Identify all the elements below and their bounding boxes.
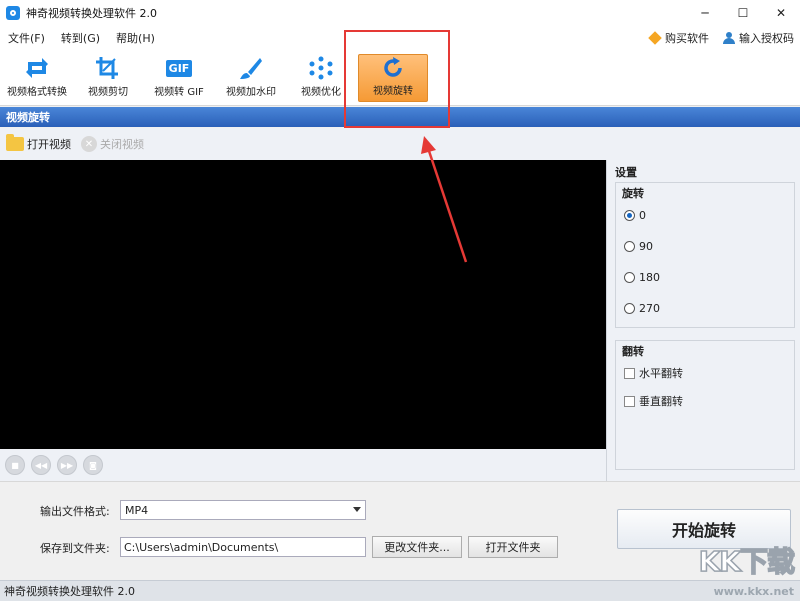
flip-horizontal-checkbox[interactable]: 水平翻转	[624, 365, 683, 381]
crop-icon	[93, 55, 123, 81]
rotate-option-90[interactable]: 90	[624, 240, 653, 253]
radio-checked[interactable]	[624, 210, 635, 221]
app-logo-icon	[6, 6, 20, 20]
save-folder-label: 保存到文件夹:	[40, 542, 110, 555]
license-link[interactable]: 输入授权码	[723, 30, 794, 46]
video-subtoolbar: 打开视频 ✕ 关闭视频	[0, 128, 800, 160]
format-select[interactable]: MP4	[120, 500, 366, 520]
tool-optimize[interactable]: 视频优化	[296, 54, 346, 102]
tool-video-gif[interactable]: GIF 视频转 GIF	[150, 54, 208, 102]
snapshot-icon[interactable]: ◙	[83, 455, 103, 475]
radio[interactable]	[624, 303, 635, 314]
minimize-button[interactable]: ─	[686, 0, 724, 26]
menu-help[interactable]: 帮助(H)	[108, 30, 163, 46]
rotate-group: 旋转 0 90 180 270	[615, 182, 795, 328]
rewind-icon[interactable]: ◀◀	[31, 455, 51, 475]
menu-goto[interactable]: 转到(G)	[53, 30, 108, 46]
buy-software-link[interactable]: 购买软件	[648, 30, 709, 46]
watermark-url: www.kkx.net	[713, 585, 794, 598]
flip-vertical-checkbox[interactable]: 垂直翻转	[624, 393, 683, 409]
maximize-button[interactable]: ☐	[724, 0, 762, 26]
title-bar: 神奇视频转换处理软件 2.0 ─ ☐ ✕	[0, 0, 800, 26]
optimize-icon	[306, 55, 336, 81]
forward-icon[interactable]: ▶▶	[57, 455, 77, 475]
rotate-option-label: 270	[639, 302, 660, 315]
video-preview	[0, 160, 606, 449]
tool-format-convert[interactable]: 视频格式转换	[4, 54, 70, 102]
license-label: 输入授权码	[739, 32, 794, 45]
highlight-annotation	[344, 30, 450, 128]
rotate-option-label: 90	[639, 240, 653, 253]
tool-watermark[interactable]: 视频加水印	[220, 54, 282, 102]
close-circle-icon: ✕	[81, 136, 97, 152]
change-folder-button[interactable]: 更改文件夹...	[372, 536, 462, 558]
rotate-option-label: 180	[639, 271, 660, 284]
close-video-button[interactable]: ✕ 关闭视频	[81, 136, 144, 152]
checkbox[interactable]	[624, 395, 635, 407]
rotate-option-180[interactable]: 180	[624, 271, 660, 284]
menu-file[interactable]: 文件(F)	[0, 30, 53, 46]
open-video-label: 打开视频	[27, 138, 71, 151]
diamond-icon	[648, 31, 662, 45]
buy-label: 购买软件	[665, 32, 709, 45]
format-value: MP4	[125, 503, 149, 517]
flip-option-label: 水平翻转	[639, 367, 683, 380]
convert-icon	[22, 55, 52, 81]
settings-title: 设置	[615, 166, 637, 179]
close-button[interactable]: ✕	[762, 0, 800, 26]
tool-label: 视频格式转换	[7, 87, 67, 98]
close-video-label: 关闭视频	[100, 138, 144, 151]
open-video-button[interactable]: 打开视频	[6, 134, 71, 152]
chevron-down-icon	[353, 507, 361, 512]
user-icon	[723, 32, 735, 44]
tool-label: 视频加水印	[226, 87, 276, 98]
stop-icon[interactable]: ■	[5, 455, 25, 475]
rotate-option-label: 0	[639, 209, 646, 222]
player-controls: ■ ◀◀ ▶▶ ◙	[0, 449, 606, 481]
tool-video-cut[interactable]: 视频剪切	[82, 54, 134, 102]
flip-group: 翻转 水平翻转 垂直翻转	[615, 340, 795, 470]
tool-label: 视频剪切	[88, 87, 128, 98]
radio[interactable]	[624, 272, 635, 283]
radio[interactable]	[624, 241, 635, 252]
tool-label: 视频转 GIF	[154, 87, 204, 98]
flip-option-label: 垂直翻转	[639, 395, 683, 408]
watermark-text: KK下载	[698, 544, 796, 579]
folder-open-icon	[6, 134, 24, 151]
open-folder-button[interactable]: 打开文件夹	[468, 536, 558, 558]
flip-group-title: 翻转	[622, 345, 644, 358]
gif-icon: GIF	[164, 55, 194, 81]
settings-panel: 设置 旋转 0 90 180 270 翻转 水平翻转 垂直翻转	[606, 160, 800, 481]
tool-label: 视频优化	[301, 87, 341, 98]
rotate-group-title: 旋转	[622, 187, 644, 200]
format-label: 输出文件格式:	[40, 505, 110, 518]
rotate-option-270[interactable]: 270	[624, 302, 660, 315]
save-path-input[interactable]: C:\Users\admin\Documents\	[120, 537, 366, 557]
checkbox[interactable]	[624, 367, 635, 379]
gif-icon-text: GIF	[165, 59, 193, 77]
watermark-logo: KK下载 www.kkx.net	[680, 540, 798, 600]
rotate-option-0[interactable]: 0	[624, 209, 646, 222]
window-title: 神奇视频转换处理软件 2.0	[26, 7, 157, 20]
brush-icon	[236, 55, 266, 81]
